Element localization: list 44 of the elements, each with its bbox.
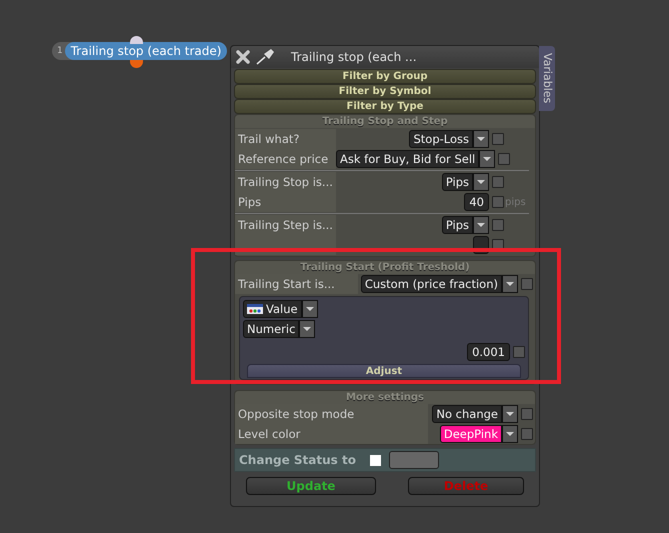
field-label: Pips [235,192,336,212]
checkbox[interactable] [521,428,533,440]
adjust-button[interactable]: Adjust [247,364,521,378]
checkbox[interactable] [498,153,510,165]
connector-handle[interactable] [130,36,143,44]
connector-handle[interactable] [130,60,143,68]
dropdown-field[interactable]: No change [432,405,502,423]
dropdown-field[interactable]: Pips [442,216,473,234]
node-title[interactable]: Trailing stop (each trade) [64,42,228,60]
filter-header[interactable]: Filter by Group [234,69,536,84]
dropdown-field[interactable]: Value [243,300,302,318]
checkbox[interactable] [492,196,504,208]
checkbox[interactable] [370,454,381,466]
dropdown-field[interactable]: Pips [442,173,473,191]
filter-header[interactable]: Filter by Type [234,99,536,114]
color-dropdown-field[interactable]: DeepPink [440,425,502,443]
dropdown-field[interactable]: Stop-Loss [409,130,473,148]
number-field[interactable]: 40 [464,193,489,211]
status-label: Change Status to [239,453,356,467]
checkbox[interactable] [492,176,504,188]
field-label: Level color [235,424,428,444]
checkbox[interactable] [521,278,533,290]
number-field[interactable]: 0.001 [467,343,510,361]
checkbox[interactable] [492,219,504,231]
field-label: Trailing Stop is... [235,172,336,192]
field-label: Trailing Start is... [235,274,358,294]
status-field[interactable] [388,451,439,469]
field-label: Reference price [235,149,336,169]
checkbox[interactable] [492,133,504,145]
value-icon [247,304,263,314]
variables-tab[interactable]: Variables [539,46,555,111]
dropdown-field[interactable]: Ask for Buy, Bid for Sell [336,150,480,168]
field-label: Opposite stop mode [235,404,428,424]
dropdown-field[interactable]: Numeric [243,320,300,338]
checkbox[interactable] [513,346,525,358]
update-button[interactable]: Update [246,477,376,495]
field-label: Trail what? [235,129,336,149]
field-label: Trailing Step is... [235,215,336,235]
checkbox[interactable] [521,408,533,420]
filter-header[interactable]: Filter by Symbol [234,84,536,99]
panel-title: Trailing stop (each ... [291,50,417,64]
pin-icon[interactable] [255,48,277,66]
dropdown-field[interactable]: Custom (price fraction) [360,275,502,293]
close-icon[interactable] [235,49,251,65]
